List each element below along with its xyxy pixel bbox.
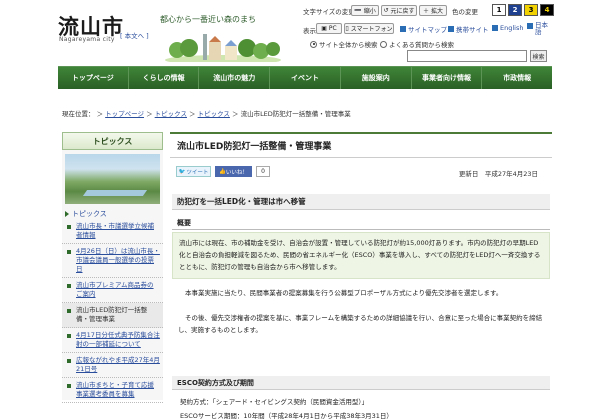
sidebar-item[interactable]: 流山市まちと・子育て応援事業選考委員を募集 [62,378,163,403]
sitemap-icon [400,26,406,32]
tweet-button[interactable]: 🐦 ツイート [176,166,211,177]
enlarge-label: 拡大 [431,8,444,15]
enlarge-icon: ＋ [422,8,429,15]
pc-label: PC [328,25,337,32]
japanese-link[interactable]: 日本語 [527,22,551,36]
breadcrumb-topics-2[interactable]: トピックス [198,110,230,118]
sidebar-item[interactable]: 流山市長・市議選挙立候補者情報 [62,219,163,244]
nav-top[interactable]: トップページ [58,67,129,89]
triangle-icon [65,211,69,217]
color-button-1[interactable]: 1 [492,4,506,16]
twitter-icon: 🐦 [178,168,186,175]
color-button-2[interactable]: 2 [508,4,522,16]
sidebar-item[interactable]: 4月17日分任式典予防集合注射の一部補延について [62,328,163,353]
sidebar: トピックス トピックス 流山市長・市議選挙立候補者情報 4月26日（日）は流山市… [62,132,163,403]
updated-date: 更新日 平成27年4月23日 [458,170,538,178]
color-button-4[interactable]: 4 [540,4,554,16]
mobile-icon [448,26,454,32]
breadcrumb-topics[interactable]: トピックス [155,110,187,118]
mobile-label: 携帯サイト [456,26,489,34]
nav-events[interactable]: イベント [270,67,341,89]
page-title: 流山市LED防犯灯一括整備・管理事業 [170,132,552,158]
search-scope-all[interactable]: サイト全体から検索 [310,39,378,49]
enlarge-button[interactable]: ＋拡大 [419,5,447,16]
nav-living[interactable]: くらしの情報 [128,67,200,89]
social-buttons: 🐦 ツイート 👍 いいね！ 0 [176,166,270,177]
town-illustration [165,34,281,62]
nav-charm[interactable]: 流山市の魅力 [199,67,271,89]
search-scope-faq-label: よくある質問から検索 [389,41,454,49]
global-nav: トップページ くらしの情報 流山市の魅力 イベント 施設案内 事業者向け情報 市… [58,66,553,89]
font-size-label: 文字サイズの変更 [303,8,355,16]
paragraph: その後、優先交渉権者の提案を基に、事業フレームを構築するための詳細協議を行い、合… [178,314,543,334]
nav-business[interactable]: 事業者向け情報 [411,67,483,89]
color-change-label: 色の変更 [452,8,478,16]
sidebar-category[interactable]: トピックス [62,209,163,219]
service-period: ESCOサービス期間：10年間（平成28年4月1日から平成38年3月31日） [180,412,393,420]
sidebar-category-label: トピックス [72,210,107,218]
sidebar-item[interactable]: 4月26日（日）は流山市長・市議会議員一般選挙の投票日 [62,244,163,278]
summary-text: 流山市には現在、市の補助金を受け、自治会が設置・管理している防犯灯が約15,00… [179,239,541,271]
nav-facilities[interactable]: 施設案内 [340,67,412,89]
breadcrumb-sep: ＞ [229,110,241,118]
site-logo-sub: Nagareyama city [59,36,115,43]
reset-icon: ↺ [383,7,389,14]
breadcrumb-sep: ＞ [186,110,198,118]
section-heading: ESCO契約方式及び期間 [172,376,550,390]
breadcrumb-label: 現在位置： [62,110,95,118]
monitor-icon: ▣ [321,25,327,32]
like-button[interactable]: 👍 いいね！ [215,166,252,177]
display-label: 表示 [303,27,316,35]
sitemap-label: サイトマップ [408,26,447,34]
japan-icon [527,23,533,29]
smartphone-label: スマートフォン [350,26,393,33]
shrink-label: 縮小 [363,8,376,15]
breadcrumb-sep: ＞ [94,110,106,118]
river-photo [65,154,160,204]
paragraph: 本事業実施に当たり、民間事業者の提案募集を行う公募型プロポーザル方式により優先交… [185,289,503,297]
japanese-label: 日本語 [535,21,548,36]
summary-box: 流山市には現在、市の補助金を受け、自治会が設置・管理している防犯灯が約15,00… [172,232,550,279]
sidebar-title: トピックス [62,132,163,150]
breadcrumb-current: 流山市LED防犯灯一括整備・管理事業 [240,110,351,118]
skip-to-content-link[interactable]: [ 本文へ ] [120,30,149,40]
reset-size-button[interactable]: ↺ 元に戻す [381,5,417,16]
phone-icon: ▯ [345,25,349,32]
sidebar-item[interactable]: 流山市プレミアム商品券のご案内 [62,278,163,303]
nav-government[interactable]: 市政情報 [482,67,553,89]
radio-off-icon [380,40,387,48]
tweet-label: ツイート [186,169,209,176]
radio-on-icon [310,40,317,48]
pc-view-button[interactable]: ▣ PC [316,23,342,34]
breadcrumb-top[interactable]: トップページ [105,110,144,118]
shrink-button[interactable]: ➖ 縮小 [351,5,379,16]
sitemap-link[interactable]: サイトマップ [400,24,447,34]
sidebar-item-current: 流山市LED防犯灯一括整備・管理事業 [62,303,163,328]
search-scope-all-label: サイト全体から検索 [319,41,378,49]
subsection-heading: 概要 [172,216,550,230]
english-link[interactable]: English [492,24,523,32]
globe-icon [492,25,498,31]
contract-method: 契約方式：「シェアード・セイビングス契約（民間資金活用型）」 [180,398,369,406]
shrink-icon: ➖ [354,7,362,14]
english-label: English [500,24,524,32]
search-button[interactable]: 検索 [530,50,547,62]
like-label: いいね！ [225,169,248,176]
site-header: 流山市 Nagareyama city [ 本文へ ] 都心から一番近い森のまち… [0,0,610,66]
like-count: 0 [256,166,270,177]
breadcrumb: 現在位置： ＞ トップページ ＞ トピックス ＞ トピックス ＞ 流山市LED防… [62,108,351,118]
sidebar-item[interactable]: 広報ながれやま平成27年4月21日号 [62,353,163,378]
search-scope-faq[interactable]: よくある質問から検索 [380,39,454,49]
section-heading: 防犯灯を一括LED化・管理は市へ移管 [172,194,550,210]
search-input[interactable] [407,50,527,62]
thumbs-up-icon: 👍 [219,168,226,175]
color-button-3[interactable]: 3 [524,4,538,16]
mobile-site-link[interactable]: 携帯サイト [448,24,489,34]
main-content: 流山市LED防犯灯一括整備・管理事業 🐦 ツイート 👍 いいね！ 0 更新日 平成2… [170,132,552,420]
reset-label: 元に戻す [390,8,415,15]
breadcrumb-sep: ＞ [144,110,155,118]
smartphone-view-button[interactable]: ▯ スマートフォン [344,23,394,34]
